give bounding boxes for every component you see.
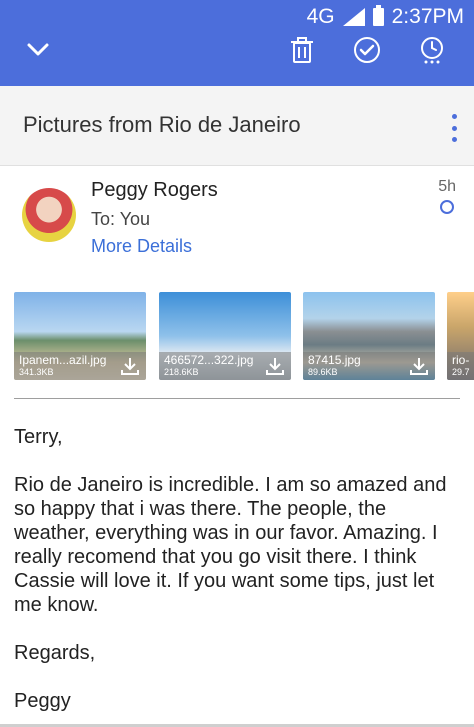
snooze-button[interactable] (414, 32, 450, 68)
delete-button[interactable] (284, 32, 320, 68)
attachment-strip: Ipanem...azil.jpg 341.3KB 466572...322.j… (0, 292, 474, 384)
attachment-size: 341.3KB (19, 367, 54, 377)
attachment-item[interactable]: 466572...322.jpg 218.6KB (159, 292, 291, 380)
download-icon[interactable] (265, 356, 285, 376)
divider (14, 398, 460, 399)
network-type: 4G (306, 5, 335, 28)
app-header: 4G 2:37PM (0, 0, 474, 86)
attachment-item[interactable]: Ipanem...azil.jpg 341.3KB (14, 292, 146, 380)
received-time: 5h (438, 178, 456, 195)
attachment-item[interactable]: 87415.jpg 89.6KB (303, 292, 435, 380)
recipient-line: To: You (91, 209, 151, 229)
more-options-icon[interactable] (448, 114, 460, 142)
attachment-size: 218.6KB (164, 367, 199, 377)
attachment-item[interactable]: rio- 29.7 (447, 292, 474, 380)
battery-icon (372, 5, 384, 26)
chevron-down-icon (27, 43, 49, 56)
attachment-size: 29.7 (452, 367, 470, 377)
more-details-link[interactable]: More Details (91, 236, 192, 257)
signal-icon (342, 8, 365, 26)
sender-name: Peggy Rogers (91, 179, 218, 201)
attachment-name: rio- (452, 353, 470, 367)
attachment-size: 89.6KB (308, 367, 338, 377)
subject-bar: Pictures from Rio de Janeiro (0, 86, 474, 166)
download-icon[interactable] (409, 356, 429, 376)
status-time: 2:37PM (391, 5, 464, 28)
greeting: Terry, (14, 426, 63, 448)
mark-done-button[interactable] (349, 32, 385, 68)
status-bar: 4G 2:37PM (307, 5, 464, 29)
sender-block: Peggy Rogers To: You More Details 5h (0, 166, 474, 272)
email-subject: Pictures from Rio de Janeiro (23, 112, 301, 137)
check-circle-icon (354, 37, 380, 63)
attachment-name: 87415.jpg (308, 353, 361, 367)
attachment-name: Ipanem...azil.jpg (19, 353, 107, 367)
download-icon[interactable] (120, 356, 140, 376)
unread-indicator-icon[interactable] (440, 200, 454, 214)
collapse-button[interactable] (20, 32, 56, 68)
closing: Regards, (14, 642, 96, 664)
snooze-clock-icon (421, 37, 443, 64)
signature: Peggy (14, 690, 71, 712)
avatar[interactable] (22, 188, 76, 242)
body-paragraph: Rio de Janeiro is incredible. I am so am… (14, 474, 447, 616)
email-body: Terry, Rio de Janeiro is incredible. I a… (14, 425, 464, 727)
trash-icon (291, 37, 313, 63)
attachment-name: 466572...322.jpg (164, 353, 254, 367)
